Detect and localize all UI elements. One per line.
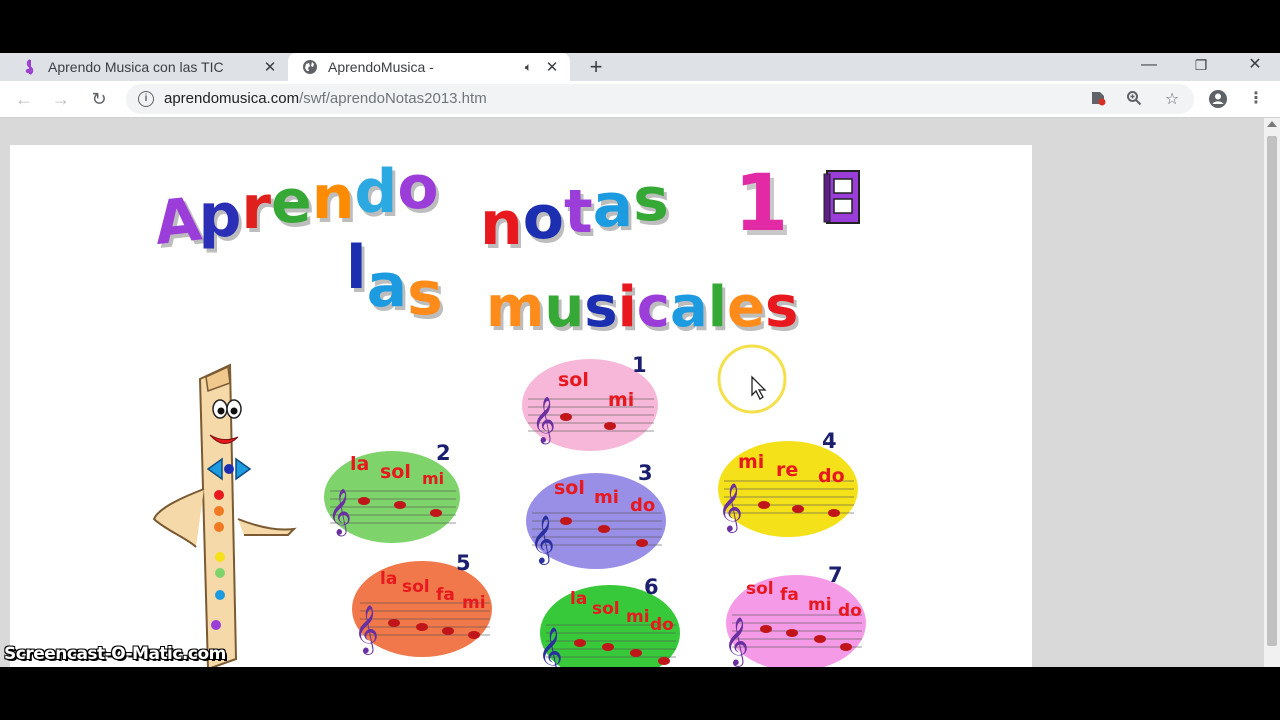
lesson-number: 7 xyxy=(828,563,843,587)
browser-window: Aprendo Musica con las TIC ✕ AprendoMusi… xyxy=(0,53,1280,667)
svg-text:𝄞: 𝄞 xyxy=(530,514,555,565)
note-label: fa xyxy=(780,585,799,605)
note-label: mi xyxy=(594,487,619,508)
note-label: do xyxy=(838,601,862,621)
flash-blocked-icon[interactable] xyxy=(1088,90,1108,110)
lesson-number: 3 xyxy=(638,461,653,485)
menu-icon[interactable]: ⋮ xyxy=(1246,89,1266,109)
screencast-watermark: Screencast-O-Matic.com xyxy=(4,644,226,664)
lesson-5-button[interactable]: 𝄞 la sol fa mi 5 xyxy=(350,551,494,666)
title-word-notas: notas xyxy=(480,165,669,259)
vertical-scrollbar[interactable] xyxy=(1264,118,1280,667)
note-label: sol xyxy=(380,461,411,483)
lesson-7-button[interactable]: 𝄞 sol fa mi do 7 xyxy=(722,563,866,667)
reload-icon[interactable]: ↻ xyxy=(87,87,111,111)
svg-text:𝄞: 𝄞 xyxy=(328,489,352,537)
music-icon xyxy=(22,59,38,75)
level-number: 1 xyxy=(734,159,789,249)
note-label: mi xyxy=(422,469,445,488)
note-label: do xyxy=(630,495,656,516)
restore-icon[interactable]: ❐ xyxy=(1178,53,1224,77)
svg-text:𝄞: 𝄞 xyxy=(354,604,379,655)
title-word-las: las xyxy=(346,233,443,329)
note-label: re xyxy=(776,459,799,481)
url-path: /swf/aprendoNotas2013.htm xyxy=(299,90,487,107)
note-label: sol xyxy=(402,577,430,597)
close-window-icon[interactable]: ✕ xyxy=(1232,53,1278,77)
lesson-number: 1 xyxy=(632,353,647,377)
new-tab-button[interactable]: + xyxy=(584,55,608,79)
back-icon[interactable]: ← xyxy=(12,87,36,111)
lesson-1-button[interactable]: 𝄞 sol mi 1 xyxy=(518,353,658,458)
scrollbar-thumb[interactable] xyxy=(1267,136,1277,646)
title-word-aprendo: Aprendo xyxy=(151,153,439,260)
close-tab-icon[interactable]: ✕ xyxy=(542,58,562,76)
bookmark-star-icon[interactable]: ☆ xyxy=(1162,90,1182,110)
profile-icon[interactable] xyxy=(1208,89,1228,109)
note-label: sol xyxy=(746,579,774,599)
forward-icon[interactable]: → xyxy=(49,87,73,111)
note-label: mi xyxy=(808,595,832,615)
url-text[interactable]: aprendomusica.com/swf/aprendoNotas2013.h… xyxy=(164,90,487,107)
note-label: mi xyxy=(626,607,650,627)
address-bar[interactable]: i aprendomusica.com/swf/aprendoNotas2013… xyxy=(126,84,1194,114)
svg-text:𝄞: 𝄞 xyxy=(718,482,743,533)
lesson-2-button[interactable]: 𝄞 la sol mi 2 xyxy=(320,441,460,550)
globe-icon xyxy=(302,59,318,75)
flash-page: Aprendo las notas musicales 1 𝄞 sol mi 1… xyxy=(10,145,1032,667)
note-label: do xyxy=(818,465,845,487)
note-label: mi xyxy=(738,451,765,473)
zoom-icon[interactable] xyxy=(1124,90,1144,110)
cursor-highlight xyxy=(717,344,787,414)
title-word-musicales: musicales xyxy=(486,275,799,340)
flute-character xyxy=(152,363,297,667)
note-label: sol xyxy=(554,477,585,499)
note-label: la xyxy=(570,589,588,609)
note-label: fa xyxy=(436,585,455,605)
svg-text:𝄞: 𝄞 xyxy=(538,626,563,667)
note-label: mi xyxy=(608,389,635,411)
note-label: mi xyxy=(462,593,486,613)
lesson-number: 5 xyxy=(456,551,471,575)
url-host: aprendomusica.com xyxy=(164,90,300,107)
scroll-up-icon[interactable] xyxy=(1267,121,1277,127)
tab-aprendomusica[interactable]: AprendoMusica - 🔈︎ ✕ xyxy=(288,53,570,81)
tab-aprendo-musica-tic[interactable]: Aprendo Musica con las TIC ✕ xyxy=(8,53,288,81)
lesson-number: 6 xyxy=(644,575,659,599)
note-label: la xyxy=(380,569,398,589)
content-area: Aprendo las notas musicales 1 𝄞 sol mi 1… xyxy=(0,118,1264,667)
lesson-6-button[interactable]: 𝄞 la sol mi do 6 xyxy=(536,575,680,667)
speaker-icon[interactable]: 🔈︎ xyxy=(525,60,532,75)
close-tab-icon[interactable]: ✕ xyxy=(260,58,280,76)
note-label: la xyxy=(350,453,370,475)
lesson-number: 4 xyxy=(822,429,837,453)
tab-title: Aprendo Musica con las TIC xyxy=(48,59,224,75)
note-label: do xyxy=(650,615,674,635)
tab-title: AprendoMusica - xyxy=(328,59,434,75)
lesson-number: 2 xyxy=(436,441,451,465)
svg-text:𝄞: 𝄞 xyxy=(532,397,556,445)
info-icon[interactable]: i xyxy=(138,91,154,107)
note-label: sol xyxy=(558,369,589,391)
toolbar: ← → ↻ i aprendomusica.com/swf/aprendoNot… xyxy=(0,81,1280,118)
lesson-3-button[interactable]: 𝄞 sol mi do 3 xyxy=(522,461,666,576)
book-icon xyxy=(823,170,860,224)
note-label: sol xyxy=(592,599,620,619)
svg-text:𝄞: 𝄞 xyxy=(724,616,749,667)
tab-strip: Aprendo Musica con las TIC ✕ AprendoMusi… xyxy=(0,53,1280,81)
minimize-icon[interactable]: — xyxy=(1126,53,1172,77)
lesson-4-button[interactable]: 𝄞 mi re do 4 xyxy=(714,429,858,544)
